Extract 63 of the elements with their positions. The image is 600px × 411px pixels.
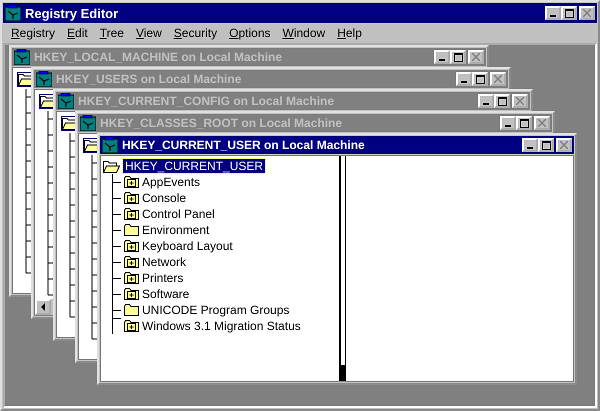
maximize-icon xyxy=(498,96,506,106)
close-button[interactable] xyxy=(579,6,595,20)
maximize-icon xyxy=(520,118,528,128)
close-button[interactable] xyxy=(468,50,484,64)
menu-item[interactable]: Edit xyxy=(61,26,94,40)
close-icon xyxy=(472,53,480,61)
minimize-button[interactable] xyxy=(456,72,472,86)
maximize-icon xyxy=(476,74,484,84)
child-window-title: HKEY_CLASSES_ROOT on Local Machine xyxy=(100,116,344,130)
app-icon xyxy=(5,5,21,21)
registry-key[interactable]: UNICODE Program Groups xyxy=(142,303,290,317)
registry-key[interactable]: Environment xyxy=(142,223,210,237)
scroll-left-button[interactable] xyxy=(35,299,51,315)
menu-item[interactable]: Help xyxy=(331,26,368,40)
menu-item[interactable]: Window xyxy=(276,26,332,40)
maximize-button[interactable] xyxy=(538,138,554,152)
maximize-button[interactable] xyxy=(561,6,577,20)
maximize-button[interactable] xyxy=(494,94,510,108)
maximize-icon xyxy=(454,52,462,62)
close-button[interactable] xyxy=(512,94,528,108)
app-icon xyxy=(14,49,30,65)
registry-key[interactable]: AppEvents xyxy=(142,175,200,189)
left-arrow-icon xyxy=(40,303,46,311)
registry-key[interactable]: Printers xyxy=(142,271,184,285)
close-icon xyxy=(538,119,546,127)
close-icon xyxy=(494,75,502,83)
minimize-button[interactable] xyxy=(545,6,561,20)
menu-item[interactable]: Registry xyxy=(5,26,62,40)
minimize-button[interactable] xyxy=(478,94,494,108)
child-window-title: HKEY_LOCAL_MACHINE on Local Machine xyxy=(34,50,284,64)
minimize-button[interactable] xyxy=(522,138,538,152)
registry-key[interactable]: Keyboard Layout xyxy=(142,239,233,253)
minimize-button[interactable] xyxy=(434,50,450,64)
close-icon xyxy=(560,141,568,149)
registry-key[interactable]: Windows 3.1 Migration Status xyxy=(142,319,301,333)
close-button[interactable] xyxy=(534,116,550,130)
child-window-title: HKEY_CURRENT_CONFIG on Local Machine xyxy=(78,94,336,108)
menu-item[interactable]: View xyxy=(130,26,168,40)
registry-key[interactable]: Console xyxy=(142,191,186,205)
app-icon xyxy=(58,93,74,109)
tree-root[interactable]: HKEY_CURRENT_USER xyxy=(123,159,266,173)
maximize-button[interactable] xyxy=(450,50,466,64)
child-window-title: HKEY_CURRENT_USER on Local Machine xyxy=(122,138,366,152)
maximize-button[interactable] xyxy=(516,116,532,130)
maximize-icon xyxy=(564,8,574,18)
child-window-title: HKEY_USERS on Local Machine xyxy=(56,72,242,86)
registry-key[interactable]: Network xyxy=(142,255,186,269)
window-title: Registry Editor xyxy=(25,6,120,20)
menu-item[interactable]: Options xyxy=(223,26,276,40)
close-button[interactable] xyxy=(556,138,572,152)
close-icon xyxy=(516,97,524,105)
maximize-icon xyxy=(542,140,550,150)
registry-key[interactable]: Control Panel xyxy=(142,207,215,221)
app-icon xyxy=(102,137,118,153)
app-icon xyxy=(80,115,96,131)
menu-item[interactable]: Tree xyxy=(94,26,130,40)
menu-item[interactable]: Security xyxy=(168,26,224,40)
close-icon xyxy=(583,9,591,17)
close-button[interactable] xyxy=(490,72,506,86)
maximize-button[interactable] xyxy=(472,72,488,86)
minimize-button[interactable] xyxy=(500,116,516,130)
app-icon xyxy=(36,71,52,87)
registry-key[interactable]: Software xyxy=(142,287,190,301)
